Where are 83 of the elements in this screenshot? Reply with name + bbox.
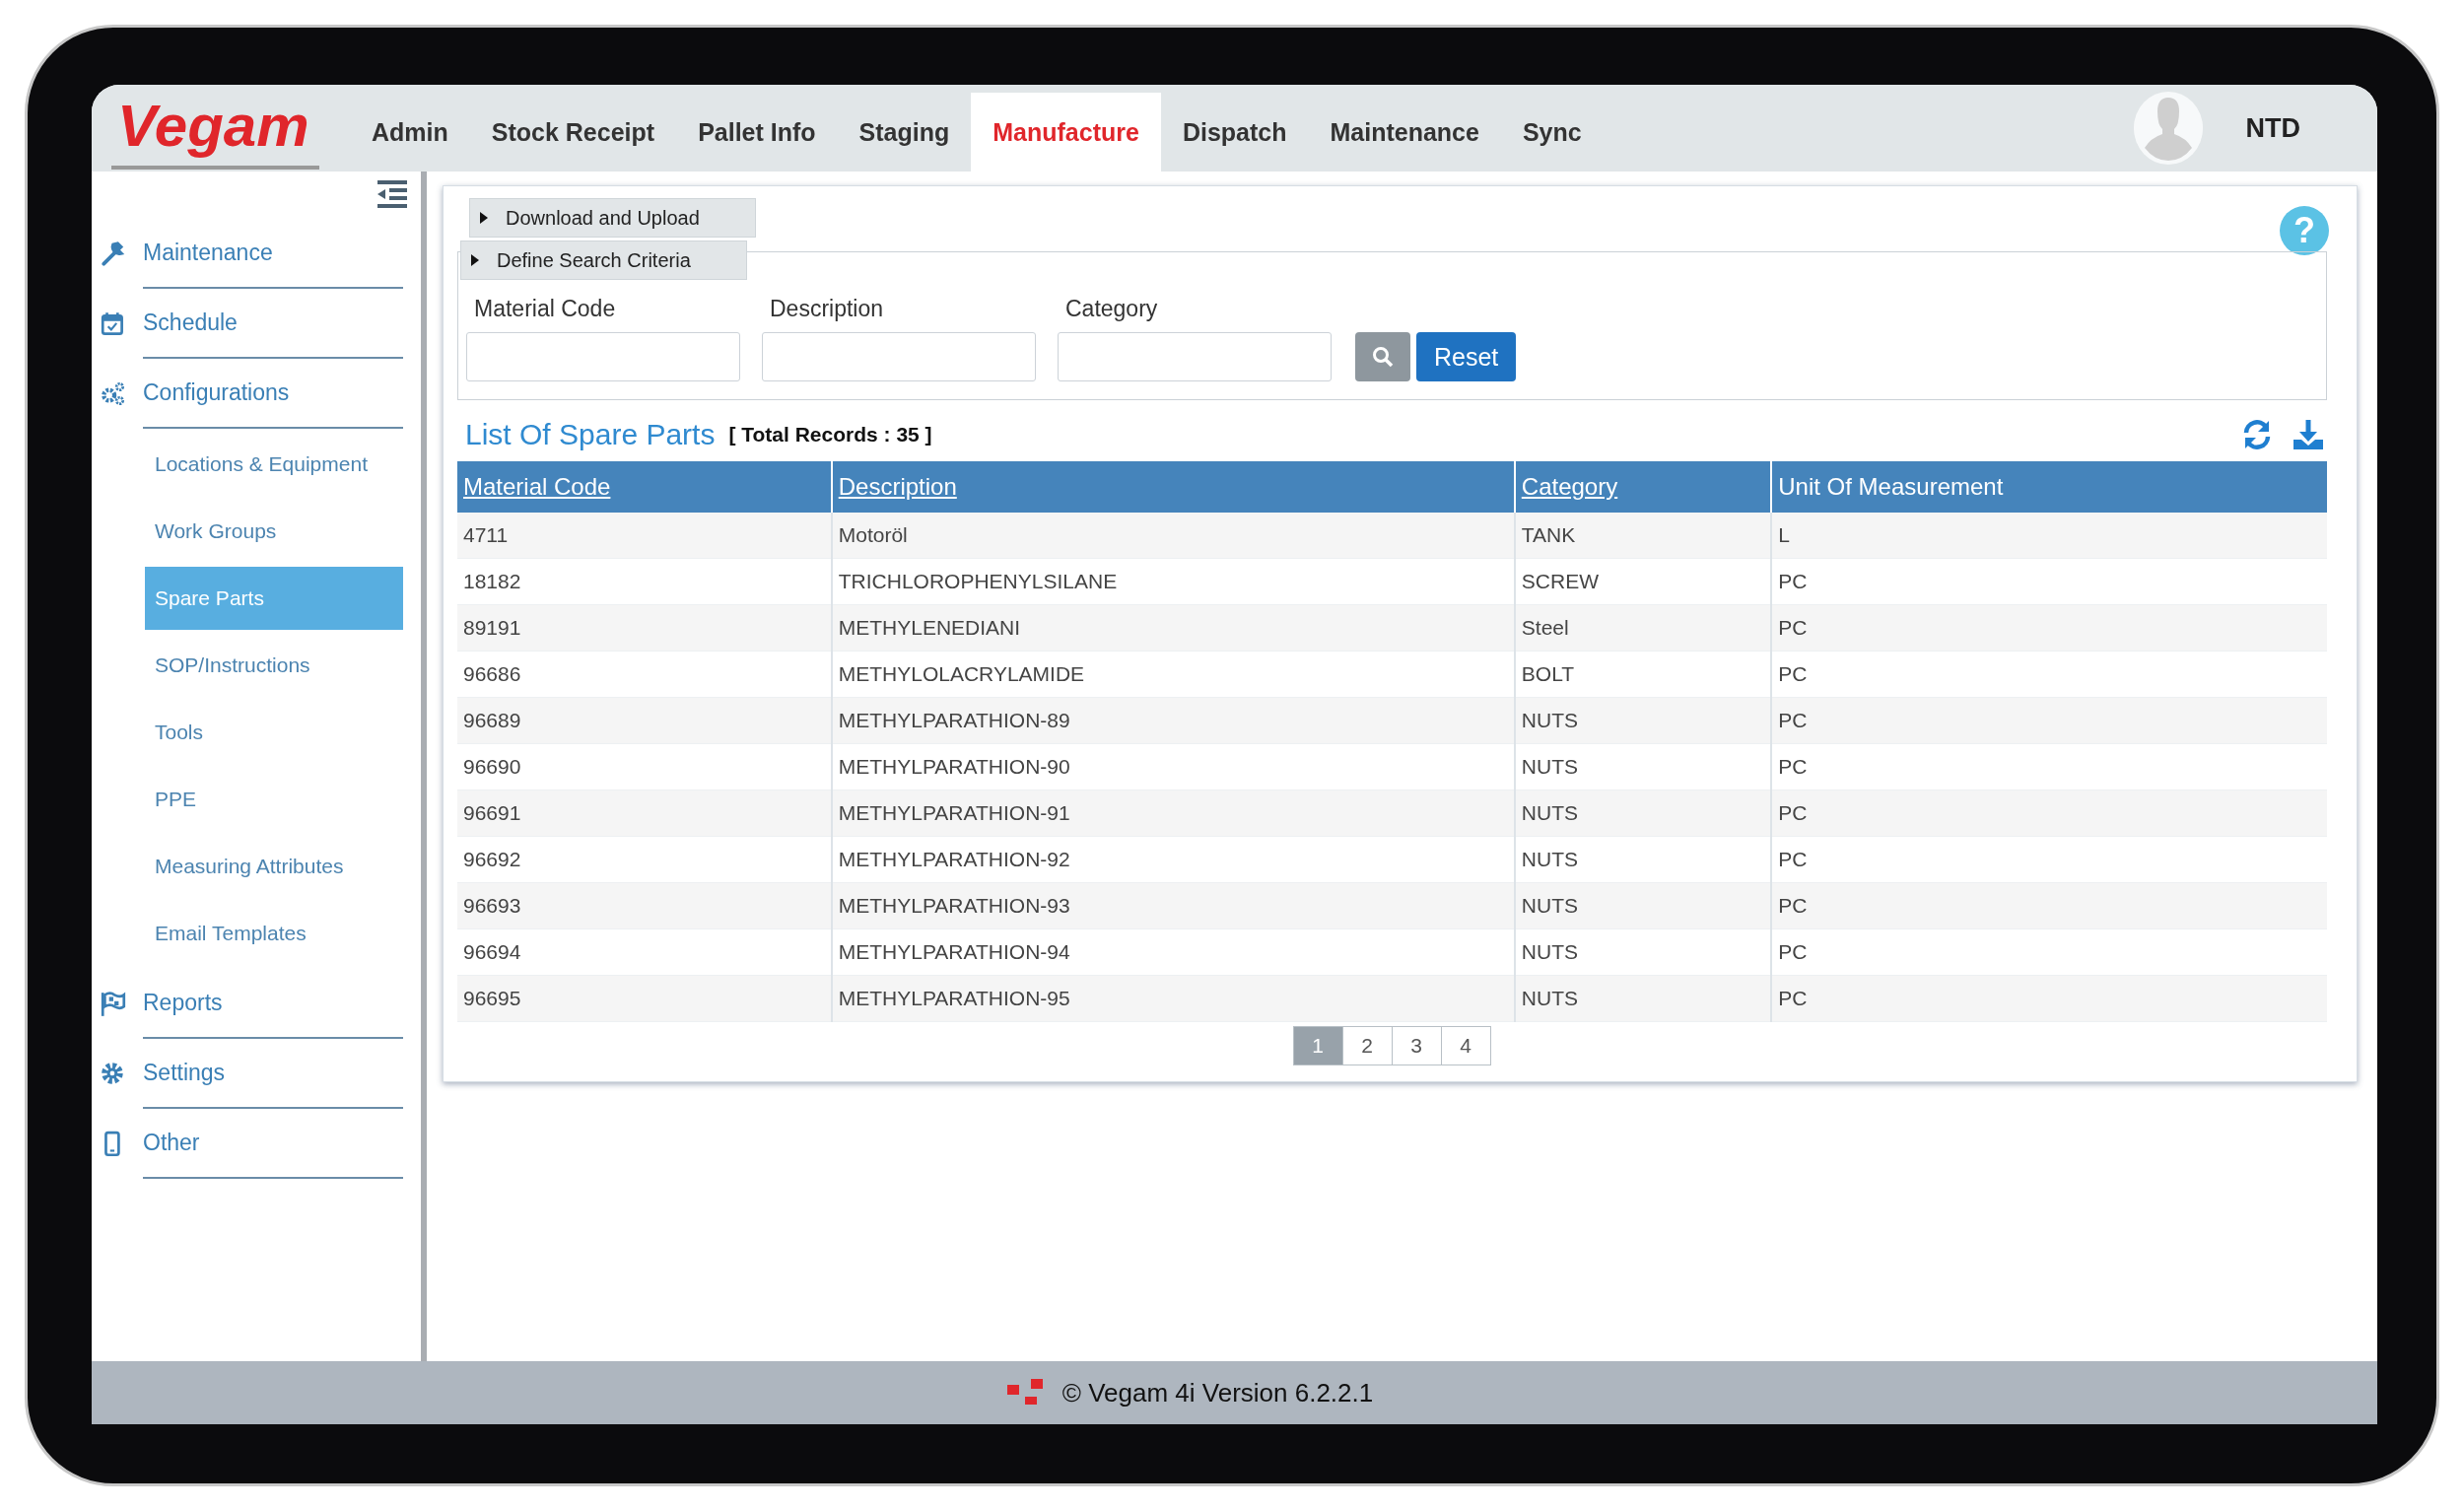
caret-icon <box>471 254 479 266</box>
column-header[interactable]: Description <box>831 461 1515 513</box>
nav-tab[interactable]: Maintenance <box>1308 93 1501 172</box>
table-cell: NUTS <box>1514 697 1772 744</box>
caret-icon <box>480 212 488 224</box>
list-title: List Of Spare Parts <box>465 418 716 451</box>
total-records: [ Total Records : 35 ] <box>728 423 932 446</box>
input-field[interactable] <box>466 332 740 381</box>
table-cell: 18182 <box>457 558 832 605</box>
reset-button[interactable]: Reset <box>1416 332 1517 381</box>
nav-tab[interactable]: Manufacture <box>971 93 1161 172</box>
download-icon[interactable] <box>2292 418 2325 451</box>
accordion-header[interactable]: Define Search Criteria <box>460 240 747 280</box>
nav-tab[interactable]: Pallet Info <box>676 93 838 172</box>
sidebar-item[interactable]: Other <box>143 1109 403 1179</box>
table-cell: METHYLPARATHION-89 <box>831 697 1515 744</box>
sidebar-item[interactable]: Configurations <box>143 359 403 429</box>
sidebar-item[interactable]: Maintenance <box>143 219 403 289</box>
nav-tab[interactable]: Dispatch <box>1160 93 1309 172</box>
table-cell: 96693 <box>457 882 832 929</box>
version-text: © Vegam 4i Version 6.2.2.1 <box>1061 1377 1374 1408</box>
table-cell: PC <box>1771 882 2327 929</box>
page-button[interactable]: 4 <box>1440 1026 1491 1065</box>
field-label: Material Code <box>473 296 617 322</box>
sidebar-item[interactable]: Settings <box>143 1039 403 1109</box>
table-cell: 89191 <box>457 604 832 652</box>
table-cell: METHYLENEDIANI <box>831 604 1515 652</box>
wrench-icon <box>100 240 127 268</box>
table-cell: Steel <box>1514 604 1772 652</box>
column-header[interactable]: Category <box>1514 461 1772 513</box>
logo-icon <box>1006 1379 1045 1407</box>
gears-icon <box>100 379 127 408</box>
nav-tab[interactable]: Admin <box>350 93 470 172</box>
field-label: Description <box>769 296 885 322</box>
table-cell: PC <box>1771 697 2327 744</box>
table-cell: 96695 <box>457 975 832 1022</box>
page-button[interactable]: 2 <box>1341 1026 1393 1065</box>
table-cell: METHYLPARATHION-95 <box>831 975 1515 1022</box>
sidebar-subitem[interactable]: Locations & Equipment <box>145 433 403 496</box>
sidebar-subitem[interactable]: SOP/Instructions <box>145 634 403 697</box>
table-cell: 96686 <box>457 651 832 698</box>
column-header: Unit Of Measurement <box>1771 461 2327 513</box>
table-cell: NUTS <box>1514 790 1772 837</box>
search-button[interactable] <box>1355 332 1410 381</box>
search-icon <box>1372 346 1394 368</box>
table-cell: 96692 <box>457 836 832 883</box>
table-cell: 96689 <box>457 697 832 744</box>
page-button[interactable]: 3 <box>1391 1026 1442 1065</box>
table-cell: METHYLPARATHION-91 <box>831 790 1515 837</box>
page-button[interactable]: 1 <box>1292 1026 1343 1065</box>
table-cell: Motoröl <box>831 513 1515 559</box>
table-cell: PC <box>1771 790 2327 837</box>
sidebar-subitem[interactable]: Tools <box>145 701 403 764</box>
table-cell: NUTS <box>1514 882 1772 929</box>
sidebar-subitem[interactable]: Spare Parts <box>145 567 403 630</box>
accordion-header[interactable]: Download and Upload <box>469 198 756 238</box>
table-cell: TANK <box>1514 513 1772 559</box>
nav-tab[interactable]: Staging <box>837 93 972 172</box>
table-cell: PC <box>1771 975 2327 1022</box>
field-label: Category <box>1064 296 1159 322</box>
table-cell: L <box>1771 513 2327 559</box>
logo: Vegam <box>111 91 319 170</box>
sidebar-item[interactable]: Schedule <box>143 289 403 359</box>
table-cell: 4711 <box>457 513 832 559</box>
nav-tab[interactable]: Stock Receipt <box>469 93 677 172</box>
sidebar-subitem[interactable]: Work Groups <box>145 500 403 563</box>
nav-tab[interactable]: Sync <box>1500 93 1604 172</box>
sidebar-subitem[interactable]: PPE <box>145 768 403 831</box>
table-cell: 96694 <box>457 928 832 976</box>
sidebar-item[interactable]: Reports <box>143 969 403 1039</box>
input-field[interactable] <box>762 332 1036 381</box>
collapse-menu-icon[interactable] <box>376 179 409 209</box>
sidebar-subitem[interactable]: Email Templates <box>145 902 403 965</box>
sidebar-subitem[interactable]: Measuring Attributes <box>145 835 403 898</box>
user-name[interactable]: NTD <box>2245 112 2300 144</box>
table-cell: METHYLPARATHION-93 <box>831 882 1515 929</box>
table-cell: 96690 <box>457 743 832 790</box>
column-header[interactable]: Material Code <box>457 461 832 513</box>
table-cell: 96691 <box>457 790 832 837</box>
table-cell: NUTS <box>1514 975 1772 1022</box>
flag-icon <box>100 990 127 1018</box>
input-field[interactable] <box>1058 332 1332 381</box>
table-cell: PC <box>1771 604 2327 652</box>
